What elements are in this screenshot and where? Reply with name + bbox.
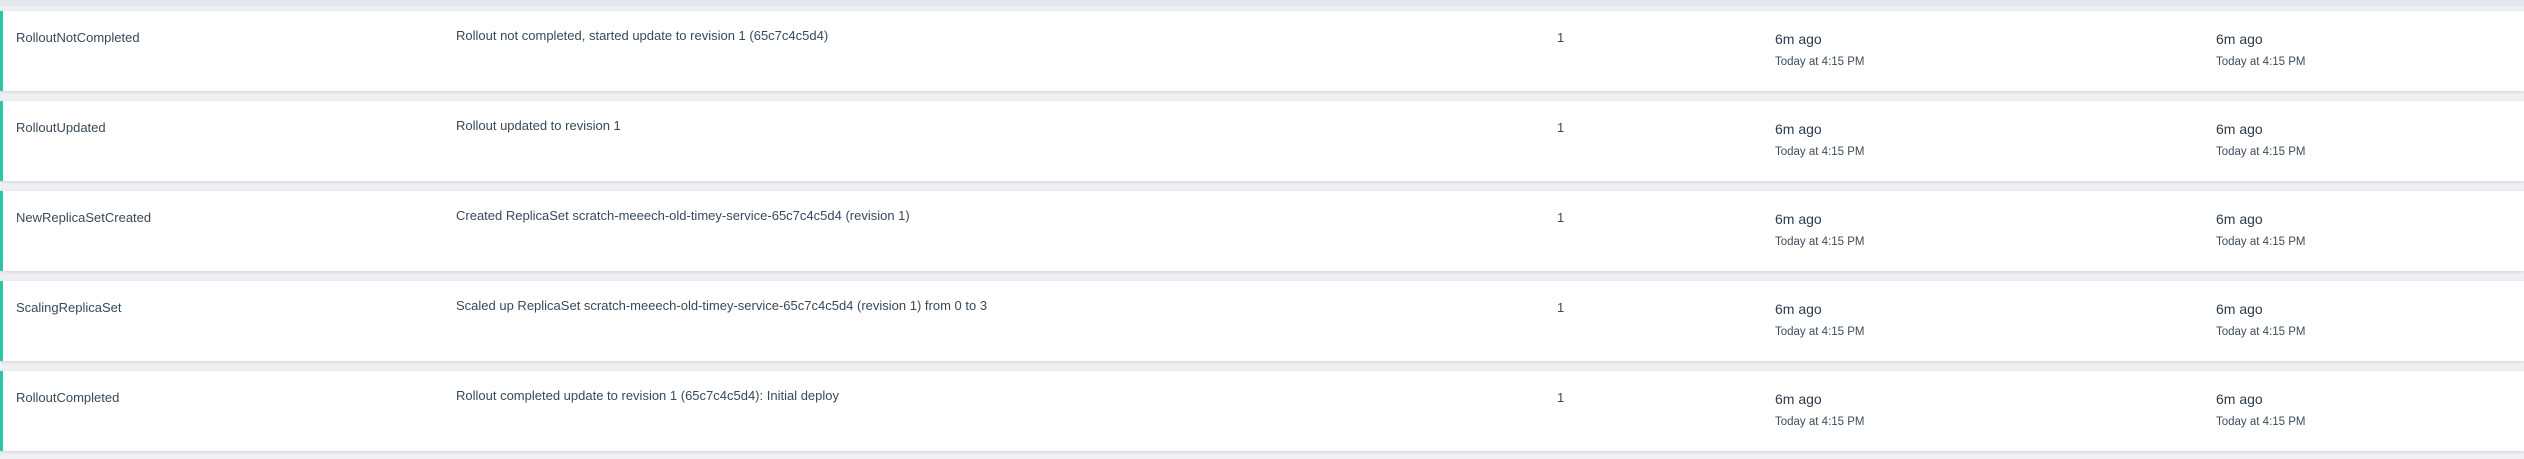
last-seen-relative: 6m ago xyxy=(2216,391,2263,407)
first-seen-relative: 6m ago xyxy=(1775,121,1822,137)
last-seen: 6m ago Today at 4:15 PM xyxy=(2216,390,2306,429)
first-seen-relative: 6m ago xyxy=(1775,391,1822,407)
first-seen-absolute: Today at 4:15 PM xyxy=(1775,146,1865,158)
last-seen-absolute: Today at 4:15 PM xyxy=(2216,236,2306,248)
event-message: Scaled up ReplicaSet scratch-meeech-old-… xyxy=(456,298,988,313)
first-seen: 6m ago Today at 4:15 PM xyxy=(1775,210,1865,249)
table-row[interactable]: RolloutNotCompleted Rollout not complete… xyxy=(0,11,2524,91)
first-seen-absolute: Today at 4:15 PM xyxy=(1775,416,1865,428)
events-table: RolloutNotCompleted Rollout not complete… xyxy=(0,0,2524,459)
last-seen-relative: 6m ago xyxy=(2216,31,2263,47)
last-seen: 6m ago Today at 4:15 PM xyxy=(2216,300,2306,339)
table-row[interactable]: RolloutUpdated Rollout updated to revisi… xyxy=(0,101,2524,181)
last-seen-absolute: Today at 4:15 PM xyxy=(2216,146,2306,158)
event-message: Rollout updated to revision 1 xyxy=(456,118,621,133)
table-top-edge xyxy=(0,0,2524,6)
event-reason: ScalingReplicaSet xyxy=(16,300,122,315)
event-count: 1 xyxy=(1557,300,1565,315)
first-seen-relative: 6m ago xyxy=(1775,31,1822,47)
event-count: 1 xyxy=(1557,390,1565,405)
event-count: 1 xyxy=(1557,30,1565,45)
event-message: Rollout completed update to revision 1 (… xyxy=(456,388,840,403)
table-row[interactable]: NewReplicaSetCreated Created ReplicaSet … xyxy=(0,191,2524,271)
last-seen: 6m ago Today at 4:15 PM xyxy=(2216,210,2306,249)
table-row[interactable]: ScalingReplicaSet Scaled up ReplicaSet s… xyxy=(0,281,2524,361)
event-message: Rollout not completed, started update to… xyxy=(456,28,829,43)
event-reason: RolloutNotCompleted xyxy=(16,30,140,45)
event-count: 1 xyxy=(1557,120,1565,135)
last-seen-absolute: Today at 4:15 PM xyxy=(2216,326,2306,338)
first-seen-relative: 6m ago xyxy=(1775,211,1822,227)
first-seen: 6m ago Today at 4:15 PM xyxy=(1775,390,1865,429)
first-seen: 6m ago Today at 4:15 PM xyxy=(1775,30,1865,69)
last-seen-relative: 6m ago xyxy=(2216,301,2263,317)
first-seen-absolute: Today at 4:15 PM xyxy=(1775,326,1865,338)
last-seen: 6m ago Today at 4:15 PM xyxy=(2216,30,2306,69)
event-reason: NewReplicaSetCreated xyxy=(16,210,152,225)
first-seen: 6m ago Today at 4:15 PM xyxy=(1775,120,1865,159)
last-seen-absolute: Today at 4:15 PM xyxy=(2216,416,2306,428)
table-row[interactable]: RolloutCompleted Rollout completed updat… xyxy=(0,371,2524,451)
last-seen-absolute: Today at 4:15 PM xyxy=(2216,56,2306,68)
first-seen: 6m ago Today at 4:15 PM xyxy=(1775,300,1865,339)
event-reason: RolloutUpdated xyxy=(16,120,106,135)
last-seen-relative: 6m ago xyxy=(2216,211,2263,227)
event-message: Created ReplicaSet scratch-meeech-old-ti… xyxy=(456,208,910,223)
last-seen-relative: 6m ago xyxy=(2216,121,2263,137)
first-seen-absolute: Today at 4:15 PM xyxy=(1775,236,1865,248)
last-seen: 6m ago Today at 4:15 PM xyxy=(2216,120,2306,159)
first-seen-absolute: Today at 4:15 PM xyxy=(1775,56,1865,68)
event-reason: RolloutCompleted xyxy=(16,390,120,405)
first-seen-relative: 6m ago xyxy=(1775,301,1822,317)
event-count: 1 xyxy=(1557,210,1565,225)
